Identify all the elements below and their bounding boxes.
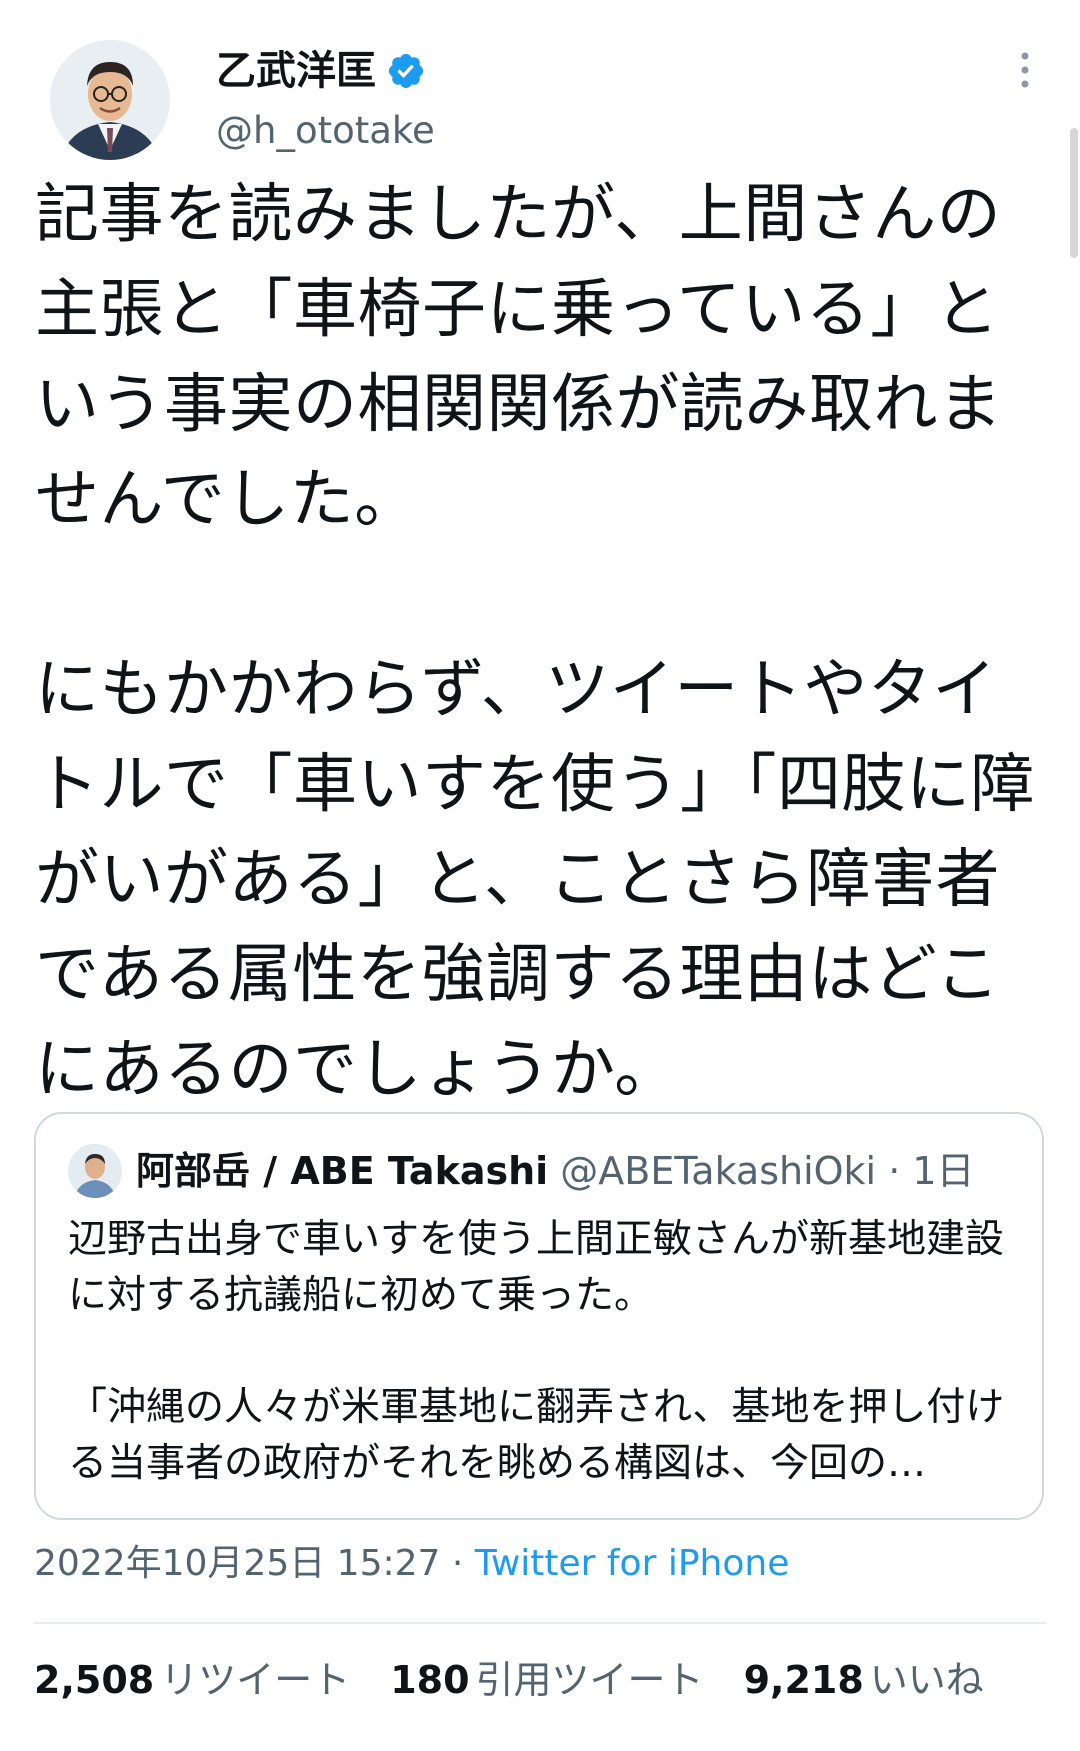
quoted-tweet-card[interactable]: 阿部岳 / ABE Takashi @ABETakashiOki · 1日 辺野… — [34, 1112, 1044, 1520]
quote-count: 180 — [390, 1658, 470, 1702]
author-name-row[interactable]: 乙武洋匡 — [216, 46, 426, 96]
quoted-author-avatar[interactable] — [68, 1144, 122, 1198]
quoted-tweet-text: 辺野古出身で車いすを使う上間正敏さんが新基地建設に対する抗議船に初めて乗った。 … — [68, 1217, 1005, 1486]
author-handle[interactable]: @h_ototake — [216, 108, 435, 154]
tweet-timestamp[interactable]: 2022年10月25日 15:27 — [34, 1543, 440, 1584]
author-display-name[interactable]: 乙武洋匡 — [216, 46, 376, 96]
meta-separator: · — [440, 1543, 475, 1584]
tweet-source-link[interactable]: Twitter for iPhone — [475, 1543, 790, 1584]
tweet-body-text: 記事を読みましたが、上間さんの主張と「車椅子に乗っている」という事実の相関関係が… — [35, 178, 1035, 1107]
author-avatar[interactable] — [50, 40, 170, 160]
quoted-avatar-photo — [68, 1144, 122, 1198]
quoted-display-name[interactable]: 阿部岳 / ABE Takashi — [136, 1149, 548, 1193]
scrollbar[interactable] — [1070, 128, 1078, 258]
tweet-meta: 2022年10月25日 15:27 · Twitter for iPhone — [34, 1538, 789, 1590]
retweet-count: 2,508 — [34, 1658, 155, 1702]
more-options-icon[interactable] — [1010, 50, 1040, 90]
like-label: いいね — [869, 1658, 984, 1702]
quote-label: 引用ツイート — [475, 1658, 704, 1702]
quoted-handle[interactable]: @ABETakashiOki — [560, 1149, 876, 1193]
engagement-stats: 2,508 リツイート 180 引用ツイート 9,218 いいね — [34, 1655, 984, 1705]
verified-badge-icon — [388, 53, 424, 89]
quoted-tweet-header: 阿部岳 / ABE Takashi @ABETakashiOki · 1日 — [136, 1142, 975, 1200]
quote-stat[interactable]: 180 引用ツイート — [390, 1658, 743, 1702]
like-count: 9,218 — [743, 1658, 864, 1702]
retweet-label: リツイート — [160, 1658, 351, 1702]
retweet-stat[interactable]: 2,508 リツイート — [34, 1658, 390, 1702]
avatar-photo — [50, 40, 170, 160]
divider — [34, 1622, 1046, 1624]
tweet-header: 乙武洋匡 @h_ototake — [0, 0, 1080, 258]
quoted-time: · 1日 — [888, 1149, 975, 1193]
like-stat[interactable]: 9,218 いいね — [744, 1658, 984, 1702]
